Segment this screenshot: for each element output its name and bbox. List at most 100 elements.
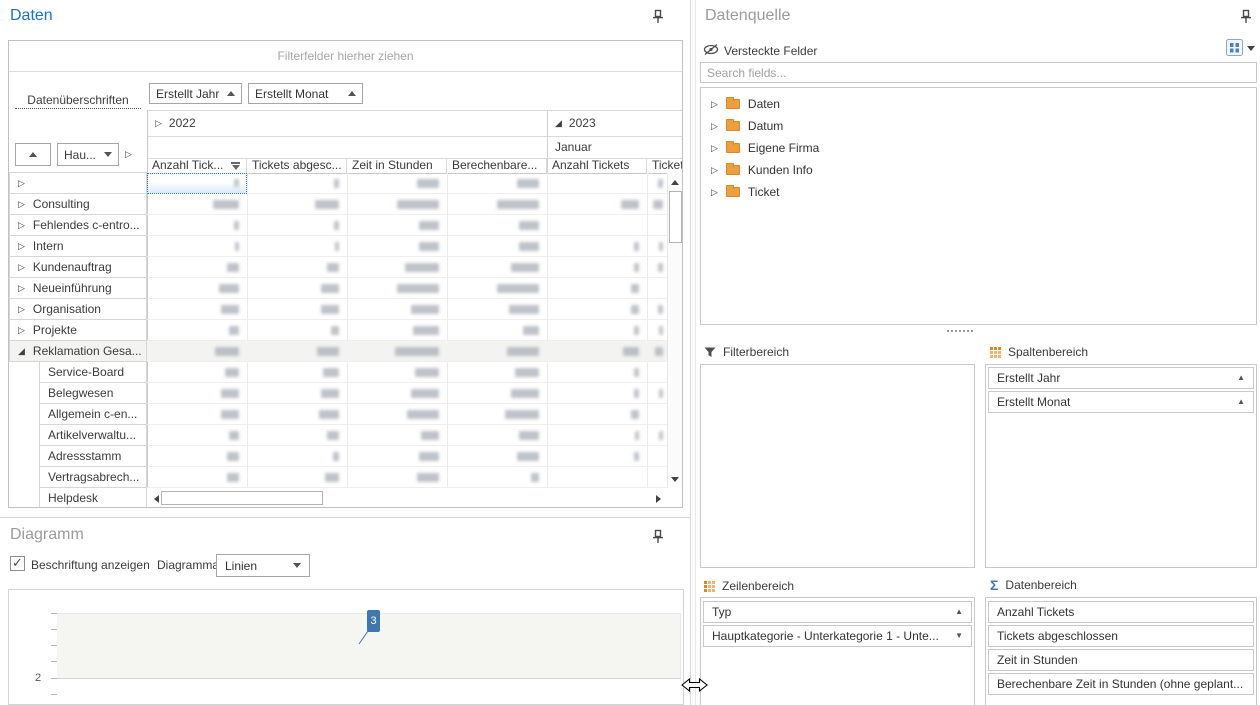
column-group-2022[interactable]: ▷ 2022 [155,116,196,130]
row-sort-button[interactable] [15,143,51,166]
area-field-item[interactable]: Hauptkategorie - Unterkategorie 1 - Unte… [703,625,972,647]
redacted-value [317,347,339,356]
redacted-value [327,431,339,440]
filter-area-box[interactable] [700,364,975,568]
row-header-cell[interactable]: Allgemein c-en... [39,403,147,425]
redacted-value [229,326,239,335]
data-headers-label[interactable]: Datenüberschriften [15,93,141,109]
scroll-right-icon[interactable] [651,492,665,506]
chart-type-select[interactable]: Linien [216,554,310,577]
collapsed-expander-icon[interactable]: ▷ [711,188,718,197]
row-header-cell[interactable]: Vertragsabrech... [39,466,147,488]
search-fields-input[interactable] [700,62,1257,83]
row-header-cell[interactable]: Service-Board [39,361,147,383]
area-field-item[interactable]: Berechenbare Zeit in Stunden (ohne gepla… [988,673,1254,695]
area-field-item[interactable]: Tickets abgeschlossen [988,625,1254,647]
chart-area[interactable]: 2 3 [8,589,684,705]
collapsed-expander-icon[interactable]: ▷ [711,144,718,153]
row-header-cell[interactable]: ▷Fehlendes c-entro... [9,214,147,236]
splitter-dots-icon[interactable] [947,330,973,332]
measure-header[interactable]: Berechenbare... [447,158,547,173]
row-header-cell[interactable]: ▷Organisation [9,298,147,320]
column-month-januar[interactable]: Januar [555,140,592,154]
row-header-cell[interactable]: ▷Projekte [9,319,147,341]
collapsed-expander-icon[interactable]: ▷ [18,221,25,230]
collapsed-expander-icon[interactable]: ▷ [18,242,25,251]
row-header-cell[interactable]: ▷Neueinführung [9,277,147,299]
row-header-cell[interactable]: ▷Kundenauftrag [9,256,147,278]
sort-asc-icon[interactable]: ▲ [955,608,963,616]
layout-dropdown-icon[interactable] [1247,46,1255,51]
row-header-cell[interactable]: ▷Consulting [9,193,147,215]
data-area-label: Σ Datenbereich [990,578,1077,592]
area-field-item[interactable]: Typ▲ [703,601,972,623]
row-header-cell[interactable]: ▷Intern [9,235,147,257]
row-field-expand-icon[interactable]: ▷ [125,150,132,159]
panel-splitter[interactable] [690,0,691,705]
selected-cell[interactable] [147,173,247,194]
collapsed-expander-icon[interactable]: ▷ [18,179,25,188]
horizontal-scrollbar[interactable] [147,488,667,508]
columns-area-box[interactable]: Erstellt Jahr▲Erstellt Monat▲ [985,364,1257,568]
show-labels-checkbox[interactable] [10,556,25,571]
measure-header[interactable]: Ticket [647,158,683,173]
pin-icon[interactable] [652,9,664,24]
rows-area-box[interactable]: Typ▲Hauptkategorie - Unterkategorie 1 - … [700,597,975,705]
scroll-down-icon[interactable] [668,472,682,486]
daten-panel-title: Daten [10,7,53,25]
pin-icon[interactable] [1240,9,1252,24]
redacted-value [531,473,539,482]
data-area-box[interactable]: Anzahl TicketsTickets abgeschlossenZeit … [985,597,1257,705]
field-list-layout-icon[interactable] [1226,39,1243,56]
collapsed-expander-icon[interactable]: ▷ [711,122,718,131]
row-header-cell[interactable]: ▷ [9,172,147,194]
collapsed-expander-icon[interactable]: ▷ [18,284,25,293]
field-button-erstellt-monat[interactable]: Erstellt Monat [248,83,363,104]
measure-header[interactable]: Anzahl Tickets [547,158,647,173]
collapsed-expander-icon[interactable]: ▷ [155,119,162,128]
vertical-scrollbar-thumb[interactable] [669,191,682,243]
tree-item-kunden-info[interactable]: ▷Kunden Info [703,159,1243,181]
row-label: Belegwesen [48,386,113,400]
pivot-filter-drop-area[interactable]: Filterfelder hierher ziehen [9,41,682,72]
area-field-item[interactable]: Erstellt Monat▲ [988,391,1254,413]
area-field-item[interactable]: Erstellt Jahr▲ [988,367,1254,389]
redacted-value [517,179,539,188]
measure-header[interactable]: Anzahl Tick... [147,158,247,173]
column-group-2023[interactable]: ◢ 2023 [555,116,596,130]
row-field-button-hauptkategorie[interactable]: Hau... [57,143,119,166]
redacted-value [229,431,239,440]
collapsed-expander-icon[interactable]: ▷ [18,305,25,314]
row-header-cell[interactable]: ◢Reklamation Gesa... [9,340,147,362]
collapsed-expander-icon[interactable]: ▷ [18,200,25,209]
sort-asc-icon[interactable]: ▲ [1237,374,1245,382]
redacted-value [623,347,639,356]
hidden-fields-label[interactable]: Versteckte Felder [724,44,817,58]
collapsed-expander-icon[interactable]: ▷ [18,263,25,272]
measure-header[interactable]: Tickets abgesc... [247,158,347,173]
area-field-item[interactable]: Anzahl Tickets [988,601,1254,623]
area-field-item[interactable]: Zeit in Stunden [988,649,1254,671]
row-header-cell[interactable]: Belegwesen [39,382,147,404]
tree-item-eigene-firma[interactable]: ▷Eigene Firma [703,137,1243,159]
collapsed-expander-icon[interactable]: ▷ [711,166,718,175]
vertical-scrollbar[interactable] [667,173,683,488]
tree-item-daten[interactable]: ▷Daten [703,93,1243,115]
row-header-cell[interactable]: Adressstamm [39,445,147,467]
row-header-cell[interactable]: Artikelverwaltu... [39,424,147,446]
pin-icon[interactable] [652,529,664,544]
filter-dropdown-icon[interactable] [231,162,240,170]
field-button-erstellt-jahr[interactable]: Erstellt Jahr [149,83,242,104]
sort-asc-icon[interactable]: ▲ [1237,398,1245,406]
row-header-cell[interactable]: Helpdesk [39,487,147,508]
sort-desc-icon[interactable]: ▼ [955,632,963,640]
expanded-expander-icon[interactable]: ◢ [18,347,25,356]
horizontal-scrollbar-thumb[interactable] [161,491,323,505]
collapsed-expander-icon[interactable]: ▷ [711,100,718,109]
tree-item-datum[interactable]: ▷Datum [703,115,1243,137]
collapsed-expander-icon[interactable]: ▷ [18,326,25,335]
scroll-up-icon[interactable] [668,175,682,189]
tree-item-ticket[interactable]: ▷Ticket [703,181,1243,203]
expanded-expander-icon[interactable]: ◢ [555,119,562,128]
measure-header[interactable]: Zeit in Stunden [347,158,447,173]
